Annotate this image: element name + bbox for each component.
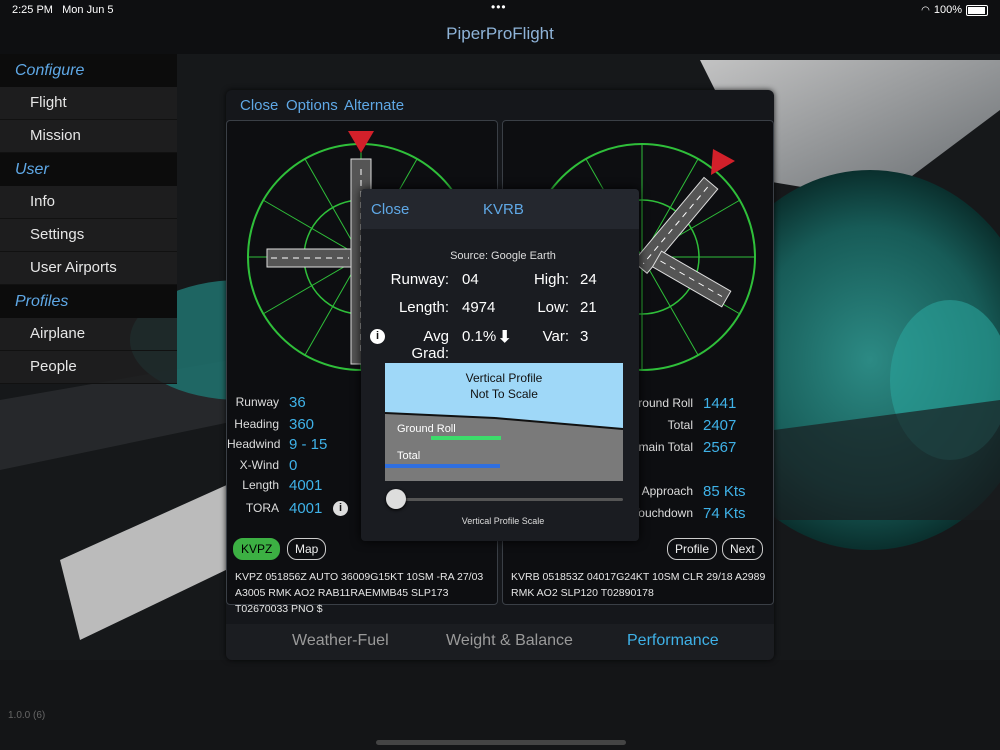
- status-time: 2:25 PM Mon Jun 5: [12, 4, 114, 16]
- tab-weight-balance[interactable]: Weight & Balance: [446, 632, 573, 650]
- sidebar-item-user-airports[interactable]: User Airports: [0, 252, 177, 285]
- options-link[interactable]: Options: [286, 97, 338, 114]
- profile-title-line-2: Not To Scale: [470, 387, 538, 401]
- popup-high-value: 24: [580, 271, 597, 288]
- tora-value: 4001: [289, 500, 323, 517]
- approach-value: 85 Kts: [703, 483, 746, 500]
- popup-title: KVRB: [483, 201, 524, 218]
- popup-avg-grad-value: 0.1%: [462, 328, 497, 345]
- popup-var-value: 3: [580, 328, 589, 345]
- tora-label: TORA: [245, 501, 279, 515]
- touchdown-value: 74 Kts: [703, 505, 746, 522]
- status-right: ◠ 100%: [921, 4, 988, 16]
- info-icon[interactable]: i: [333, 501, 348, 516]
- down-arrow-icon: ⬇: [498, 329, 512, 346]
- heading-value: 360: [289, 416, 315, 433]
- app-title: PiperProFlight: [446, 24, 554, 43]
- xwind-label: X-Wind: [239, 458, 279, 472]
- sidebar-item-people[interactable]: People: [0, 351, 177, 384]
- sidebar-item-flight[interactable]: Flight: [0, 87, 177, 120]
- headwind-value: 9 - 15: [289, 436, 328, 453]
- popup-avg-grad-label: Avg Grad:: [411, 328, 449, 362]
- bottom-tab-bar: Weather-Fuel Weight & Balance Performanc…: [226, 624, 774, 660]
- total-bar: [385, 464, 500, 468]
- avg-grad-info-icon[interactable]: i: [370, 329, 385, 344]
- popup-low-label: Low:: [537, 299, 569, 316]
- close-link[interactable]: Close: [240, 97, 278, 114]
- popup-length-label: Length:: [398, 299, 449, 316]
- sidebar-item-settings[interactable]: Settings: [0, 219, 177, 252]
- sidebar-item-info[interactable]: Info: [0, 186, 177, 219]
- popup-high-label: High:: [533, 271, 569, 288]
- profile-title-line-1: Vertical Profile: [465, 371, 543, 385]
- popup-runway-label: Runway:: [390, 271, 449, 288]
- length-label: Length: [242, 478, 279, 492]
- tab-performance[interactable]: Performance: [627, 632, 719, 650]
- heading-label: Heading: [234, 417, 279, 431]
- sidebar: Configure Flight Mission User Info Setti…: [0, 54, 177, 384]
- total-value: 2407: [703, 417, 737, 434]
- departure-metar: KVPZ 051856Z AUTO 36009G15KT 10SM -RA 27…: [235, 571, 484, 615]
- popup-var-label: Var:: [542, 328, 569, 345]
- ground-roll-bar: [431, 436, 501, 440]
- wifi-icon: ◠: [921, 4, 930, 16]
- sidebar-item-mission[interactable]: Mission: [0, 120, 177, 153]
- wind-arrow-icon: [711, 149, 735, 175]
- runway-value: 36: [289, 394, 306, 411]
- popup-close-button[interactable]: Close: [371, 201, 409, 218]
- profile-total-label: Total: [397, 450, 421, 462]
- length-value: 4001: [289, 477, 323, 494]
- source-label: Source: Google Earth: [450, 250, 556, 262]
- home-indicator[interactable]: [376, 740, 626, 745]
- battery-percent: 100%: [933, 4, 962, 16]
- status-bar: 2:25 PM Mon Jun 5 ••• ◠ 100%: [0, 0, 1000, 20]
- popup-length-value: 4974: [462, 299, 496, 316]
- headwind-label: Headwind: [227, 437, 281, 451]
- remain-total-value: 2567: [703, 439, 737, 456]
- battery-icon: [966, 4, 988, 16]
- next-button[interactable]: Next: [722, 538, 763, 560]
- wind-arrow-icon: [348, 131, 374, 153]
- map-button[interactable]: Map: [287, 538, 327, 560]
- runway-label: Runway: [235, 395, 279, 409]
- sidebar-section-profiles: Profiles: [0, 285, 177, 318]
- arrival-metar: KVRB 051853Z 04017G24KT 10SM CLR 29/18 A…: [511, 571, 766, 599]
- sidebar-section-configure: Configure: [0, 54, 177, 87]
- version-label: 1.0.0 (6): [8, 710, 46, 721]
- profile-scale-label: Vertical Profile Scale: [461, 516, 545, 526]
- profile-button[interactable]: Profile: [667, 538, 718, 560]
- profile-scale-slider-thumb[interactable]: [386, 489, 406, 509]
- profile-ground-roll-label: Ground Roll: [397, 423, 456, 435]
- kvpz-airport-button[interactable]: KVPZ: [233, 538, 281, 560]
- popup-runway-value: 04: [462, 271, 479, 288]
- profile-scale-slider-track[interactable]: [395, 498, 623, 501]
- popup-header: Close KVRB: [361, 189, 639, 229]
- alternate-link[interactable]: Alternate: [344, 97, 404, 114]
- ground-roll-value: 1441: [703, 395, 737, 412]
- xwind-value: 0: [289, 457, 298, 474]
- sidebar-item-airplane[interactable]: Airplane: [0, 318, 177, 351]
- runway-detail-popup: Close KVRB Source: Google Earth Runway: …: [361, 189, 639, 541]
- popup-low-value: 21: [580, 299, 597, 316]
- sidebar-section-user: User: [0, 153, 177, 186]
- tab-weather-fuel[interactable]: Weather-Fuel: [292, 632, 389, 650]
- multitasking-dots-icon[interactable]: •••: [491, 0, 507, 14]
